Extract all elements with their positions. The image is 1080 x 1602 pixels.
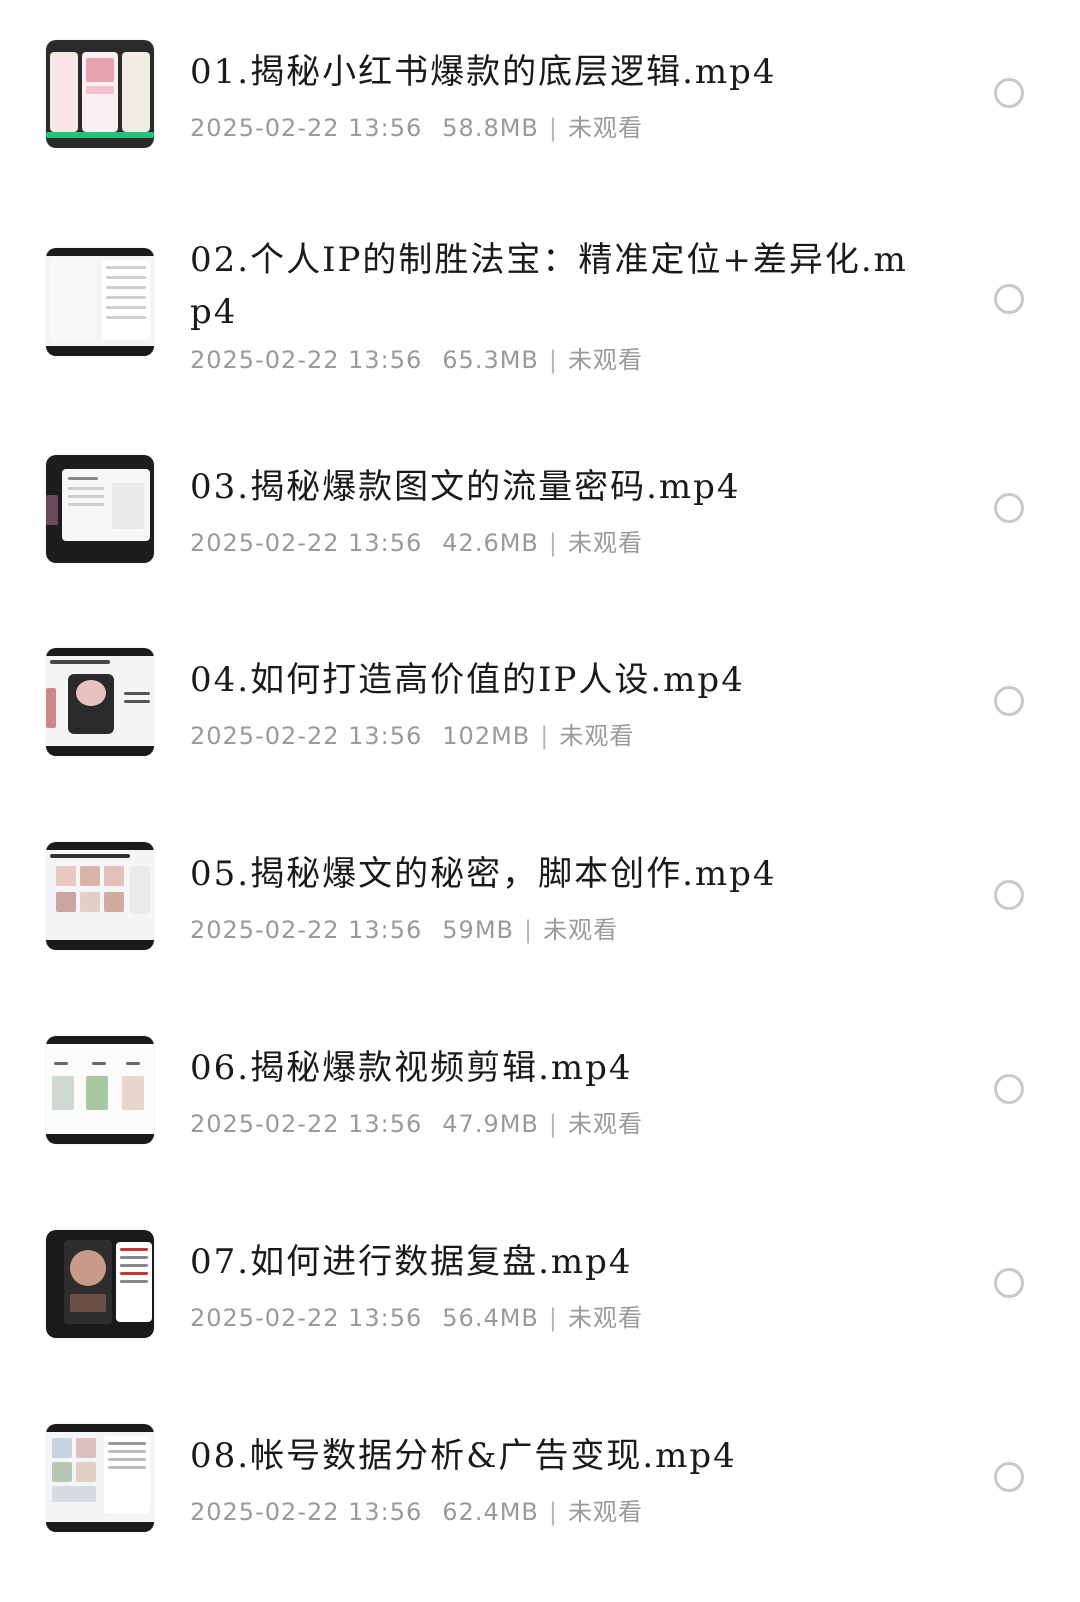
file-title[interactable]: 08.帐号数据分析&广告变现.mp4 (190, 1430, 910, 1482)
select-radio[interactable] (994, 1268, 1024, 1298)
file-size: 62.4MB (442, 1498, 539, 1526)
file-title[interactable]: 01.揭秘小红书爆款的底层逻辑.mp4 (190, 46, 910, 98)
video-thumbnail[interactable] (46, 455, 154, 563)
meta-separator: | (548, 1498, 558, 1526)
meta-separator: | (524, 916, 534, 944)
file-title[interactable]: 07.如何进行数据复盘.mp4 (190, 1236, 910, 1288)
watch-status: 未观看 (567, 529, 643, 557)
file-meta: 2025-02-22 13:56 47.9MB | 未观看 (190, 1104, 643, 1139)
select-radio[interactable] (994, 880, 1024, 910)
file-row[interactable]: 05.揭秘爆文的秘密，脚本创作.mp4 2025-02-22 13:56 59MB… (0, 842, 1080, 1012)
file-date: 2025-02-22 13:56 (190, 1498, 423, 1526)
video-thumbnail[interactable] (46, 1036, 154, 1144)
file-date: 2025-02-22 13:56 (190, 114, 423, 142)
watch-status: 未观看 (567, 346, 643, 374)
file-row[interactable]: 03.揭秘爆款图文的流量密码.mp4 2025-02-22 13:56 42.6M… (0, 455, 1080, 625)
file-meta: 2025-02-22 13:56 65.3MB | 未观看 (190, 340, 643, 375)
video-thumbnail[interactable] (46, 842, 154, 950)
video-thumbnail[interactable] (46, 1230, 154, 1338)
file-date: 2025-02-22 13:56 (190, 722, 423, 750)
file-date: 2025-02-22 13:56 (190, 529, 423, 557)
file-meta: 2025-02-22 13:56 59MB | 未观看 (190, 910, 618, 945)
video-thumbnail[interactable] (46, 248, 154, 356)
file-size: 58.8MB (442, 114, 539, 142)
watch-status: 未观看 (567, 1498, 643, 1526)
file-row[interactable]: 04.如何打造高价值的IP人设.mp4 2025-02-22 13:56 102M… (0, 648, 1080, 818)
meta-separator: | (540, 722, 550, 750)
file-title[interactable]: 06.揭秘爆款视频剪辑.mp4 (190, 1042, 910, 1094)
select-radio[interactable] (994, 78, 1024, 108)
file-meta: 2025-02-22 13:56 58.8MB | 未观看 (190, 108, 643, 143)
select-radio[interactable] (994, 1074, 1024, 1104)
file-row[interactable]: 01.揭秘小红书爆款的底层逻辑.mp4 2025-02-22 13:56 58.8… (0, 40, 1080, 210)
file-meta: 2025-02-22 13:56 42.6MB | 未观看 (190, 523, 643, 558)
file-date: 2025-02-22 13:56 (190, 1110, 423, 1138)
file-size: 59MB (442, 916, 514, 944)
select-radio[interactable] (994, 1462, 1024, 1492)
file-meta: 2025-02-22 13:56 102MB | 未观看 (190, 716, 634, 751)
file-title[interactable]: 05.揭秘爆文的秘密，脚本创作.mp4 (190, 848, 910, 900)
video-thumbnail[interactable] (46, 648, 154, 756)
select-radio[interactable] (994, 686, 1024, 716)
file-date: 2025-02-22 13:56 (190, 1304, 423, 1332)
video-thumbnail[interactable] (46, 40, 154, 148)
watch-status: 未观看 (543, 916, 619, 944)
file-size: 56.4MB (442, 1304, 539, 1332)
file-date: 2025-02-22 13:56 (190, 346, 423, 374)
file-row[interactable]: 02.个人IP的制胜法宝：精准定位+差异化.mp4 2025-02-22 13:… (0, 240, 1080, 398)
file-title[interactable]: 03.揭秘爆款图文的流量密码.mp4 (190, 461, 910, 513)
watch-status: 未观看 (567, 1304, 643, 1332)
file-meta: 2025-02-22 13:56 56.4MB | 未观看 (190, 1298, 643, 1333)
file-size: 65.3MB (442, 346, 539, 374)
select-radio[interactable] (994, 284, 1024, 314)
file-meta: 2025-02-22 13:56 62.4MB | 未观看 (190, 1492, 643, 1527)
meta-separator: | (548, 114, 558, 142)
meta-separator: | (548, 1304, 558, 1332)
file-title[interactable]: 02.个人IP的制胜法宝：精准定位+差异化.mp4 (190, 234, 910, 338)
file-size: 47.9MB (442, 1110, 539, 1138)
file-date: 2025-02-22 13:56 (190, 916, 423, 944)
select-radio[interactable] (994, 493, 1024, 523)
file-row[interactable]: 07.如何进行数据复盘.mp4 2025-02-22 13:56 56.4MB | 未… (0, 1230, 1080, 1400)
file-title[interactable]: 04.如何打造高价值的IP人设.mp4 (190, 654, 910, 706)
meta-separator: | (548, 346, 558, 374)
video-thumbnail[interactable] (46, 1424, 154, 1532)
file-row[interactable]: 08.帐号数据分析&广告变现.mp4 2025-02-22 13:56 62.4M… (0, 1424, 1080, 1594)
meta-separator: | (548, 1110, 558, 1138)
meta-separator: | (548, 529, 558, 557)
watch-status: 未观看 (567, 1110, 643, 1138)
file-size: 102MB (442, 722, 531, 750)
file-row[interactable]: 06.揭秘爆款视频剪辑.mp4 2025-02-22 13:56 47.9MB | 未… (0, 1036, 1080, 1206)
file-size: 42.6MB (442, 529, 539, 557)
watch-status: 未观看 (567, 114, 643, 142)
watch-status: 未观看 (559, 722, 635, 750)
